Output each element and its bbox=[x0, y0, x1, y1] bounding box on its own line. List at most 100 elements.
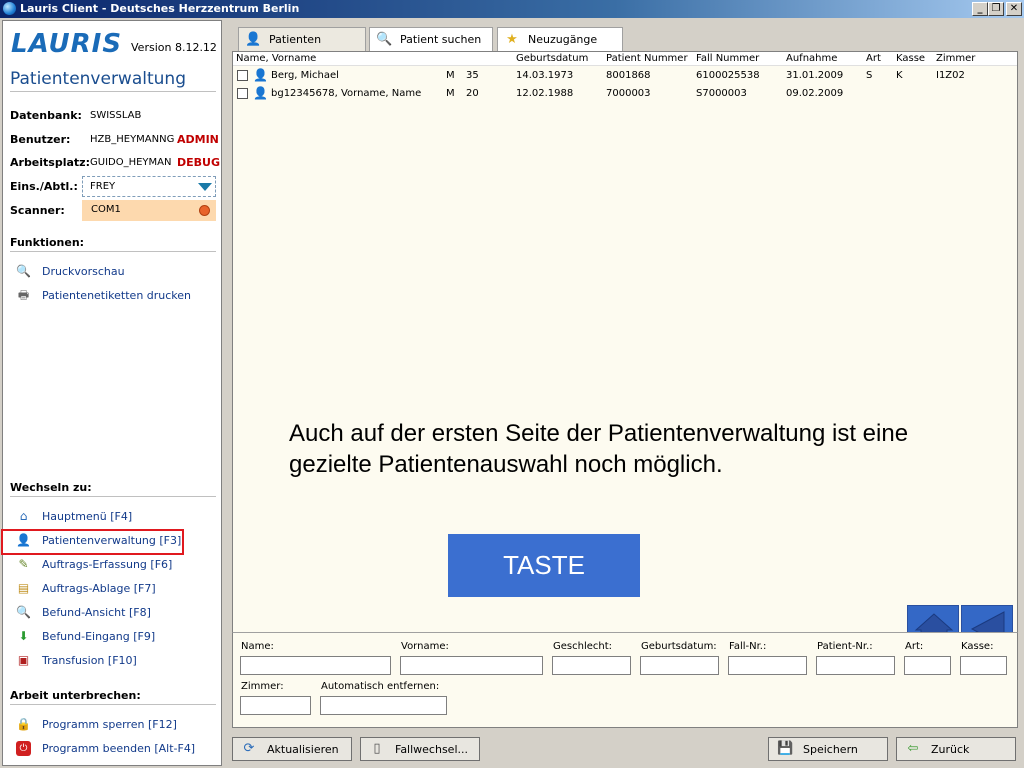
zurueck-button[interactable]: ⇦ Zurück bbox=[896, 737, 1016, 761]
col-geburtsdatum[interactable]: Geburtsdatum bbox=[516, 53, 588, 64]
vorname-input[interactable] bbox=[400, 656, 543, 675]
col-aufnahme[interactable]: Aufnahme bbox=[786, 53, 837, 64]
home-icon: ⌂ bbox=[19, 508, 28, 523]
link-transfusion[interactable]: ▣ Transfusion [F10] bbox=[16, 651, 137, 669]
window-title: Lauris Client - Deutsches Herzzentrum Be… bbox=[20, 2, 300, 15]
table-row[interactable]: 👤 Berg, Michael M 35 14.03.1973 8001868 … bbox=[233, 67, 1017, 85]
scanner-status: COM1 bbox=[82, 200, 216, 221]
auto-entfernen-input[interactable] bbox=[320, 696, 447, 715]
col-name[interactable]: Name, Vorname bbox=[236, 53, 316, 64]
geburtsdatum-input[interactable] bbox=[640, 656, 719, 675]
save-icon: 💾 bbox=[777, 741, 794, 756]
tab-patienten[interactable]: 👤 Patienten bbox=[238, 27, 366, 51]
patient-list: Name, Vorname Geburtsdatum Patient Numme… bbox=[232, 51, 1018, 651]
col-art[interactable]: Art bbox=[866, 53, 881, 64]
chevron-down-icon[interactable] bbox=[198, 183, 212, 191]
geschlecht-label: Geschlecht: bbox=[553, 641, 613, 652]
kasse-input[interactable] bbox=[960, 656, 1007, 675]
magnifier-icon: 🔍 bbox=[16, 604, 31, 619]
status-dot-icon bbox=[199, 205, 210, 216]
zimmer-label: Zimmer: bbox=[241, 681, 284, 692]
arbeitsplatz-value: GUIDO_HEYMAN bbox=[90, 157, 172, 168]
lock-icon: 🔒 bbox=[16, 716, 31, 731]
zimmer-input[interactable] bbox=[240, 696, 311, 715]
transfusion-icon: ▣ bbox=[17, 652, 30, 667]
col-fall-nummer[interactable]: Fall Nummer bbox=[696, 53, 759, 64]
divider bbox=[10, 704, 216, 705]
back-arrow-icon: ⇦ bbox=[907, 741, 919, 756]
auto-entfernen-label: Automatisch entfernen: bbox=[321, 681, 440, 692]
search-icon: 🔍 bbox=[376, 31, 393, 47]
geschlecht-input[interactable] bbox=[552, 656, 631, 675]
eins-label: Eins./Abtl.: bbox=[10, 180, 78, 193]
divider bbox=[10, 496, 216, 497]
sidebar: LAURIS Version 8.12.12 Patientenverwaltu… bbox=[1, 20, 222, 766]
app-globe-icon bbox=[3, 2, 16, 15]
eins-dropdown[interactable]: FREY bbox=[82, 176, 216, 197]
table-row[interactable]: 👤 bg12345678, Vorname, Name M 20 12.02.1… bbox=[233, 85, 1017, 103]
app-title: Patientenverwaltung bbox=[10, 69, 186, 89]
row-checkbox[interactable] bbox=[237, 88, 248, 99]
search-panel: Name: Vorname: Geschlecht: Geburtsdatum:… bbox=[232, 632, 1018, 728]
vorname-label: Vorname: bbox=[401, 641, 449, 652]
aktualisieren-button[interactable]: ⟳ Aktualisieren bbox=[232, 737, 352, 761]
benutzer-value: HZB_HEYMANNG bbox=[90, 134, 175, 145]
col-zimmer[interactable]: Zimmer bbox=[936, 53, 975, 64]
speichern-button[interactable]: 💾 Speichern bbox=[768, 737, 888, 761]
main-panel: 👤 Patienten 🔍 Patient suchen ★ Neuzugäng… bbox=[226, 20, 1022, 766]
taste-button[interactable]: TASTE bbox=[448, 534, 640, 597]
document-icon: ▯ bbox=[373, 741, 381, 756]
link-auftrags-ablage[interactable]: ▤ Auftrags-Ablage [F7] bbox=[16, 579, 156, 597]
version-label: Version 8.12.12 bbox=[131, 41, 217, 54]
table-header: Name, Vorname Geburtsdatum Patient Numme… bbox=[233, 52, 1017, 66]
kasse-label: Kasse: bbox=[961, 641, 994, 652]
row-checkbox[interactable] bbox=[237, 70, 248, 81]
wechseln-title: Wechseln zu: bbox=[10, 481, 92, 494]
tab-neuzugaenge[interactable]: ★ Neuzugänge bbox=[497, 27, 623, 51]
col-patient-nummer[interactable]: Patient Nummer bbox=[606, 53, 688, 64]
link-befund-eingang[interactable]: ⬇ Befund-Eingang [F9] bbox=[16, 627, 155, 645]
close-button[interactable]: ✕ bbox=[1006, 2, 1022, 16]
benutzer-label: Benutzer: bbox=[10, 133, 71, 146]
lauris-logo: LAURIS bbox=[11, 29, 123, 59]
datenbank-label: Datenbank: bbox=[10, 109, 82, 122]
printer-icon: 🖶 bbox=[17, 287, 30, 302]
datenbank-value: SWISSLAB bbox=[90, 110, 142, 121]
link-befund-ansicht[interactable]: 🔍 Befund-Ansicht [F8] bbox=[16, 603, 151, 621]
patientnr-input[interactable] bbox=[816, 656, 895, 675]
download-icon: ⬇ bbox=[18, 628, 29, 643]
scanner-value: COM1 bbox=[91, 204, 121, 215]
divider bbox=[10, 251, 216, 252]
link-hauptmenue[interactable]: ⌂ Hauptmenü [F4] bbox=[16, 507, 132, 525]
link-auftrags-erfassung[interactable]: ✎ Auftrags-Erfassung [F6] bbox=[16, 555, 172, 573]
eins-dropdown-value: FREY bbox=[90, 181, 116, 192]
minimize-button[interactable]: _ bbox=[972, 2, 988, 16]
fallnr-label: Fall-Nr.: bbox=[729, 641, 767, 652]
person-icon: 👤 bbox=[245, 31, 262, 47]
divider bbox=[10, 91, 216, 92]
art-input[interactable] bbox=[904, 656, 951, 675]
fallnr-input[interactable] bbox=[728, 656, 807, 675]
highlight-frame bbox=[1, 529, 184, 555]
link-druckvorschau[interactable]: 🔍 Druckvorschau bbox=[16, 262, 125, 280]
col-kasse[interactable]: Kasse bbox=[896, 53, 925, 64]
funktionen-title: Funktionen: bbox=[10, 236, 85, 249]
link-programm-beenden[interactable]: ⏻ Programm beenden [Alt-F4] bbox=[16, 739, 195, 757]
fallwechsel-button[interactable]: ▯ Fallwechsel... bbox=[360, 737, 480, 761]
tutorial-caption: Auch auf der ersten Seite der Patientenv… bbox=[289, 420, 909, 478]
person-icon: 👤 bbox=[253, 86, 268, 100]
link-patientenetiketten[interactable]: 🖶 Patientenetiketten drucken bbox=[16, 286, 191, 304]
print-preview-icon: 🔍 bbox=[16, 263, 31, 278]
person-icon: 👤 bbox=[253, 68, 268, 82]
art-label: Art: bbox=[905, 641, 924, 652]
tray-icon: ▤ bbox=[17, 580, 30, 595]
scanner-label: Scanner: bbox=[10, 204, 65, 217]
name-input[interactable] bbox=[240, 656, 391, 675]
name-label: Name: bbox=[241, 641, 274, 652]
link-programm-sperren[interactable]: 🔒 Programm sperren [F12] bbox=[16, 715, 177, 733]
geburtsdatum-label: Geburtsdatum: bbox=[641, 641, 717, 652]
arbeit-title: Arbeit unterbrechen: bbox=[10, 689, 141, 702]
window-titlebar[interactable]: Lauris Client - Deutsches Herzzentrum Be… bbox=[0, 0, 1024, 18]
tab-patient-suchen[interactable]: 🔍 Patient suchen bbox=[369, 27, 493, 51]
restore-button[interactable]: ❐ bbox=[988, 2, 1004, 16]
